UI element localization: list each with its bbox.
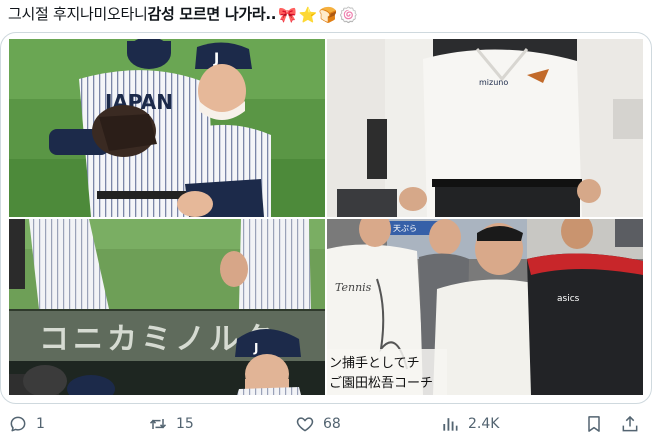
tweet-text-normal: 그시절 후지나미오타니: [8, 5, 148, 23]
views-count: 2.4K: [468, 416, 500, 432]
caption-line-1: ン捕手としてチ: [329, 355, 420, 371]
analytics-icon: [443, 418, 458, 431]
reply-icon: [10, 416, 26, 432]
fishcake-emoji: 🍥: [339, 5, 358, 24]
cap-letter-2: J: [253, 341, 258, 355]
reply-button[interactable]: 1: [8, 404, 45, 444]
share-button[interactable]: [620, 404, 640, 444]
photo-2[interactable]: mizuno: [327, 39, 643, 217]
bookmark-icon: [588, 416, 600, 432]
photo-1-image: JAPAN J: [9, 39, 325, 217]
photo-4[interactable]: 天ぷら Tennis asics ン捕手としてチ ご園田松吾コーチ: [327, 219, 643, 395]
bookmark-button[interactable]: [584, 404, 604, 444]
photo-3-image: コニカミノルタ J: [9, 219, 325, 395]
tweet-text-bold: 감성 모르면 나가라..: [147, 5, 277, 23]
sign-text: 天ぷら: [393, 224, 417, 233]
svg-text:Tennis: Tennis: [335, 281, 372, 294]
action-bar: 1 15 68 2.4K: [0, 404, 658, 444]
star-emoji: ⭐: [298, 5, 318, 24]
share-icon: [622, 415, 638, 432]
photo-4-image: 天ぷら Tennis asics ン捕手としてチ ご園田松吾コーチ: [327, 219, 643, 395]
caption-line-2: ご園田松吾コーチ: [329, 375, 433, 391]
photo-2-image: mizuno: [327, 39, 643, 217]
views-button[interactable]: 2.4K: [440, 404, 499, 444]
media-grid: JAPAN J mizuno コニカミノルタ J 天ぷら Tennis asic…: [0, 32, 652, 404]
repost-icon: [149, 419, 167, 429]
brand-text: mizuno: [479, 78, 508, 87]
like-count: 68: [323, 416, 341, 432]
ribbon-emoji: 🎀: [278, 5, 297, 24]
shirt-text: asics: [557, 294, 580, 304]
photo-3[interactable]: コニカミノルタ J: [9, 219, 325, 395]
like-button[interactable]: 68: [295, 404, 341, 444]
heart-icon: [296, 417, 314, 432]
repost-count: 15: [176, 416, 194, 432]
bread-emoji: 🍞: [318, 5, 338, 24]
reply-count: 1: [36, 416, 45, 432]
repost-button[interactable]: 15: [148, 404, 194, 444]
tweet-text: 그시절 후지나미오타니감성 모르면 나가라.. 🎀 ⭐ 🍞 🍥: [8, 0, 648, 28]
photo-1[interactable]: JAPAN J: [9, 39, 325, 217]
